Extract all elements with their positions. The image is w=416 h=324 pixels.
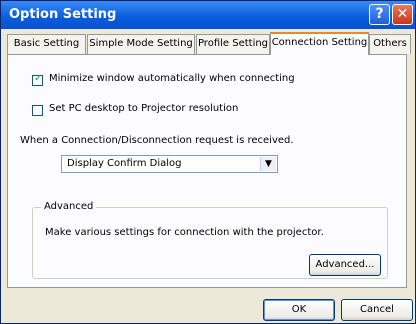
advanced-group: Advanced Make various settings for conne… — [32, 201, 388, 279]
tab-strip: Basic Setting Simple Mode Setting Profil… — [7, 32, 411, 55]
tab-connection-setting[interactable]: Connection Setting — [270, 32, 369, 55]
request-label: When a Connection/Disconnection request … — [20, 135, 294, 146]
title-bar[interactable]: Option Setting ? ✕ — [1, 1, 415, 29]
tab-basic-setting[interactable]: Basic Setting — [7, 34, 86, 54]
minimize-checkbox[interactable]: ✓ — [32, 73, 43, 86]
request-action-select[interactable]: Display Confirm Dialog ▼ — [61, 155, 278, 173]
tab-profile-setting[interactable]: Profile Setting — [196, 34, 270, 54]
chevron-down-icon[interactable]: ▼ — [260, 157, 276, 171]
minimize-label[interactable]: Minimize window automatically when conne… — [49, 73, 295, 84]
connection-setting-panel: ✓ Minimize window automatically when con… — [7, 54, 407, 288]
window-title: Option Setting — [9, 7, 117, 22]
option-setting-dialog: Option Setting ? ✕ Basic Setting Simple … — [0, 0, 416, 324]
ok-button[interactable]: OK — [263, 299, 335, 321]
set-desktop-checkbox[interactable] — [32, 105, 43, 116]
cancel-button[interactable]: Cancel — [341, 299, 413, 321]
close-button[interactable]: ✕ — [392, 4, 413, 25]
advanced-button[interactable]: Advanced... — [309, 254, 381, 276]
tab-others[interactable]: Others — [369, 34, 411, 54]
set-desktop-label[interactable]: Set PC desktop to Projector resolution — [49, 103, 238, 114]
help-button[interactable]: ? — [369, 4, 390, 25]
advanced-legend: Advanced — [41, 201, 97, 212]
advanced-description: Make various settings for connection wit… — [45, 227, 324, 238]
tab-simple-mode-setting[interactable]: Simple Mode Setting — [87, 34, 195, 54]
request-action-value: Display Confirm Dialog — [67, 158, 182, 169]
checkmark-icon: ✓ — [34, 73, 43, 84]
